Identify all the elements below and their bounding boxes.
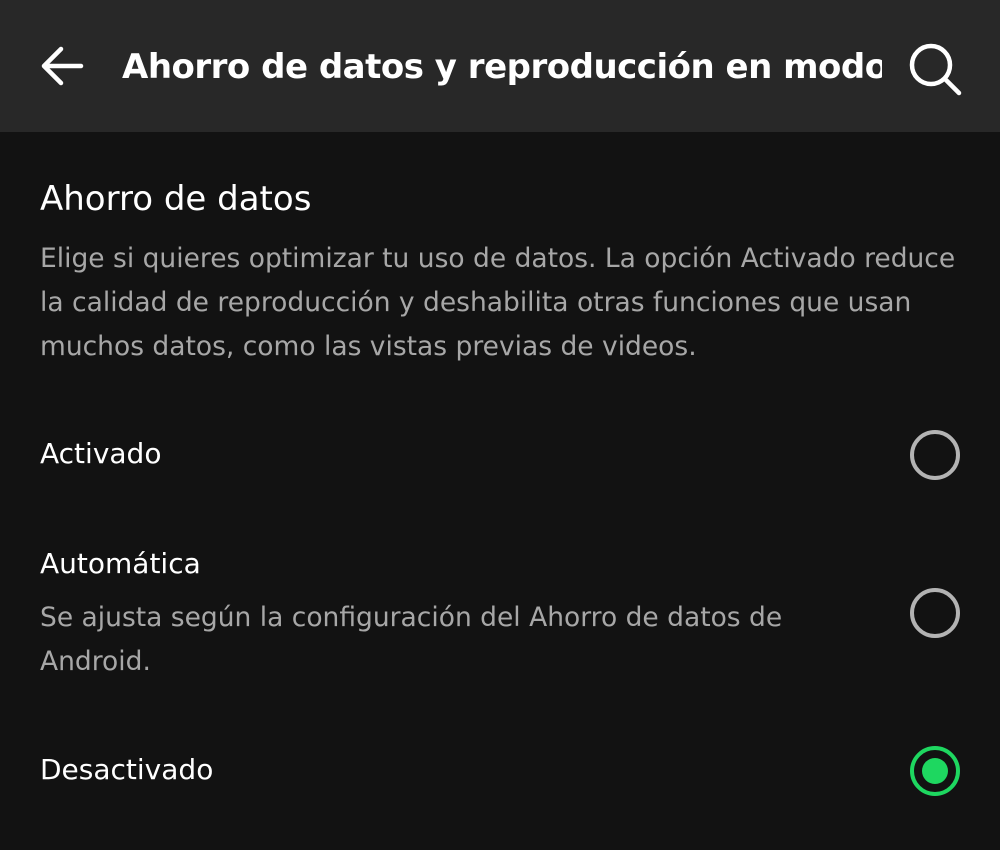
option-desactivado[interactable]: Desactivado [0, 720, 1000, 830]
back-button[interactable] [34, 38, 90, 94]
top-app-bar: Ahorro de datos y reproducción en modo..… [0, 0, 1000, 132]
section-description: Elige si quieres optimizar tu uso de dat… [40, 243, 956, 362]
option-label: Automática [40, 547, 201, 580]
option-automatica[interactable]: Automática Se ajusta según la configurac… [0, 520, 1000, 690]
page-title: Ahorro de datos y reproducción en modo..… [122, 47, 882, 87]
radio-button-desactivado[interactable] [910, 746, 960, 796]
radio-selected-dot [922, 758, 948, 784]
option-description: Se ajusta según la configuración del Aho… [40, 602, 783, 677]
settings-screen: Ahorro de datos y reproducción en modo..… [0, 0, 1000, 850]
arrow-left-icon [41, 46, 84, 86]
radio-button-activado[interactable] [910, 430, 960, 480]
option-label: Desactivado [40, 753, 214, 786]
option-label: Activado [40, 437, 162, 470]
search-button[interactable] [904, 38, 966, 100]
option-activado[interactable]: Activado [0, 400, 1000, 510]
section-title: Ahorro de datos [40, 179, 312, 219]
search-icon [909, 43, 962, 96]
radio-button-automatica[interactable] [910, 588, 960, 638]
